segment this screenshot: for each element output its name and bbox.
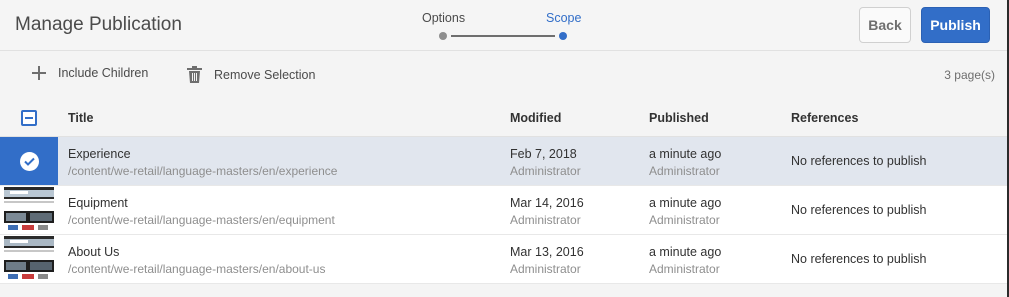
table-row[interactable]: Equipment /content/we-retail/language-ma…: [0, 186, 1007, 235]
include-children-label: Include Children: [58, 66, 149, 80]
checkmark-icon: [19, 151, 39, 171]
step-options-dot[interactable]: [439, 32, 447, 40]
include-children-button[interactable]: Include Children: [32, 66, 148, 80]
trash-icon: [187, 66, 202, 83]
references-cell: No references to publish: [791, 252, 927, 266]
table-header: Title Modified Published References: [0, 99, 1007, 137]
published-by: Administrator: [649, 213, 720, 227]
published-cell: a minute ago Administrator: [649, 195, 721, 229]
modified-by: Administrator: [510, 262, 581, 276]
published-cell: a minute ago Administrator: [649, 244, 721, 278]
page-title-text: Experience: [68, 147, 131, 161]
row-checkbox[interactable]: [0, 137, 58, 185]
page-count: 3 page(s): [944, 68, 995, 82]
step-connector: [451, 35, 555, 37]
table-row[interactable]: About Us /content/we-retail/language-mas…: [0, 235, 1007, 284]
title-cell: Experience /content/we-retail/language-m…: [68, 146, 337, 180]
publish-button[interactable]: Publish: [921, 7, 990, 43]
modified-date: Feb 7, 2018: [510, 147, 577, 161]
modified-cell: Mar 14, 2016 Administrator: [510, 195, 584, 229]
published-date: a minute ago: [649, 196, 722, 210]
column-title[interactable]: Title: [68, 111, 93, 125]
page-path: /content/we-retail/language-masters/en/e…: [68, 213, 335, 227]
remove-selection-button[interactable]: Remove Selection: [187, 66, 315, 83]
select-all-checkbox[interactable]: [21, 110, 37, 126]
published-by: Administrator: [649, 262, 720, 276]
column-published[interactable]: Published: [649, 111, 709, 125]
column-modified[interactable]: Modified: [510, 111, 561, 125]
modified-by: Administrator: [510, 213, 581, 227]
page-path: /content/we-retail/language-masters/en/e…: [68, 164, 338, 178]
table-row[interactable]: Experience /content/we-retail/language-m…: [0, 137, 1007, 186]
page-title-text: Equipment: [68, 196, 128, 210]
page-path: /content/we-retail/language-masters/en/a…: [68, 262, 326, 276]
plus-icon: [32, 66, 46, 80]
published-by: Administrator: [649, 164, 720, 178]
column-references[interactable]: References: [791, 111, 858, 125]
pages-table: Title Modified Published References Expe…: [0, 99, 1007, 284]
published-date: a minute ago: [649, 147, 722, 161]
action-toolbar: Include Children Remove Selection 3 page…: [0, 52, 1007, 99]
page-title-text: About Us: [68, 245, 120, 259]
modified-cell: Mar 13, 2016 Administrator: [510, 244, 584, 278]
published-date: a minute ago: [649, 245, 722, 259]
page-title: Manage Publication: [15, 14, 182, 35]
header: Manage Publication Options Scope Back Pu…: [0, 0, 1007, 51]
step-scope-label[interactable]: Scope: [546, 11, 581, 25]
step-options-label[interactable]: Options: [422, 11, 465, 25]
references-cell: No references to publish: [791, 154, 927, 168]
modified-date: Mar 14, 2016: [510, 196, 584, 210]
back-button[interactable]: Back: [859, 7, 911, 43]
modified-date: Mar 13, 2016: [510, 245, 584, 259]
wizard-steps: Options Scope: [420, 10, 585, 44]
step-scope-dot[interactable]: [559, 32, 567, 40]
title-cell: About Us /content/we-retail/language-mas…: [68, 244, 325, 278]
modified-cell: Feb 7, 2018 Administrator: [510, 146, 581, 180]
page-thumbnail[interactable]: [0, 235, 58, 283]
modified-by: Administrator: [510, 164, 581, 178]
page-thumbnail[interactable]: [0, 186, 58, 234]
title-cell: Equipment /content/we-retail/language-ma…: [68, 195, 335, 229]
remove-selection-label: Remove Selection: [214, 67, 316, 82]
references-cell: No references to publish: [791, 203, 927, 217]
published-cell: a minute ago Administrator: [649, 146, 721, 180]
